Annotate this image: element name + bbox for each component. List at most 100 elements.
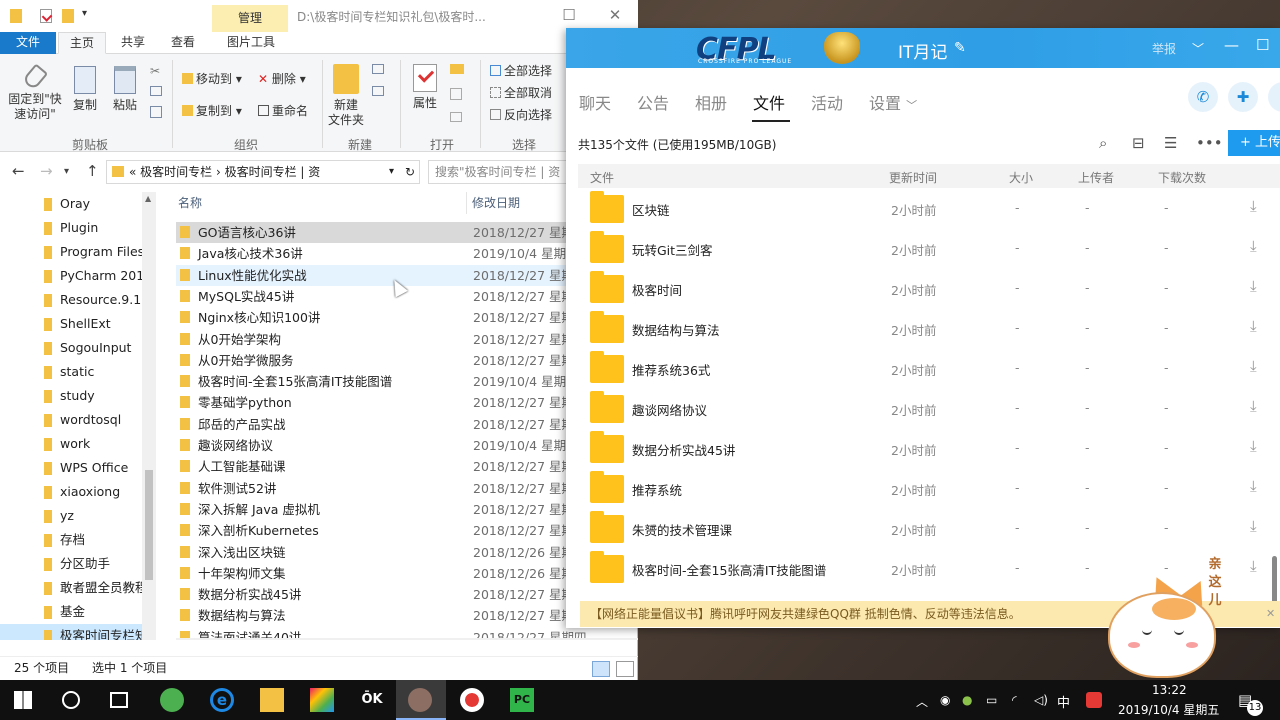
edit-icon[interactable]: ✎ [954, 40, 966, 56]
tab-share[interactable]: 共享 [110, 32, 156, 54]
minimize-icon[interactable]: — [1224, 36, 1239, 54]
download-icon[interactable]: ⤓ [1250, 277, 1257, 295]
nav-item[interactable]: 敢者盟全员教程 [0, 576, 142, 600]
nav-item[interactable]: Program Files [0, 240, 142, 264]
clock-date[interactable]: 2019/10/4 星期五 [1118, 701, 1219, 718]
pin-quick-access-button[interactable]: 固定到"快 速访问" [4, 63, 66, 122]
invert-selection-button[interactable]: 反向选择 [490, 106, 552, 123]
nav-item[interactable]: static [0, 360, 142, 384]
record-icon[interactable] [460, 688, 484, 712]
show-hidden-icons-icon[interactable]: ︿ [916, 693, 928, 710]
group-file-row[interactable]: 趣谈网络协议 2小时前 - - - ⤓ [578, 388, 1280, 428]
internet-explorer-icon[interactable]: e [210, 688, 234, 712]
nav-item[interactable]: 极客时间专栏知 [0, 624, 142, 640]
paste-button[interactable]: 粘贴 [108, 66, 142, 113]
header-uploader[interactable]: 上传者 [1078, 169, 1114, 186]
more-apps-icon[interactable]: › [1268, 82, 1280, 112]
volume-icon[interactable]: ◁) [1034, 693, 1048, 707]
nav-item[interactable]: SogouInput [0, 336, 142, 360]
tab-file[interactable]: 文件 [0, 32, 56, 54]
back-arrow-icon[interactable]: ← [12, 162, 25, 180]
delete-button[interactable]: ✕ 删除 ▾ [258, 70, 306, 87]
tab-album[interactable]: 相册 [695, 90, 727, 114]
maximize-icon[interactable]: ☐ [1256, 36, 1269, 54]
tab-activities[interactable]: 活动 [811, 90, 843, 114]
group-file-row[interactable]: 数据结构与算法 2小时前 - - - ⤓ [578, 308, 1280, 348]
group-file-row[interactable]: 推荐系统 2小时前 - - - ⤓ [578, 468, 1280, 508]
tab-view[interactable]: 查看 [160, 32, 206, 54]
forward-arrow-icon[interactable]: → [40, 162, 53, 180]
properties-quick-icon[interactable] [40, 9, 52, 23]
download-icon[interactable]: ⤓ [1250, 557, 1257, 575]
nav-item[interactable]: Oray [0, 192, 142, 216]
qq-tray-icon[interactable]: ◉ [940, 693, 950, 707]
wifi-icon[interactable]: ◜ [1012, 693, 1017, 707]
close-icon[interactable]: ✕ [604, 4, 626, 26]
details-view-icon[interactable] [592, 661, 610, 677]
nav-item[interactable]: 分区助手 [0, 552, 142, 576]
mascot-cat-image[interactable] [1108, 571, 1220, 680]
horizontal-scrollbar[interactable] [176, 638, 638, 640]
chevron-down-icon[interactable]: ﹀ [1192, 40, 1204, 57]
address-bar[interactable]: « 极客时间专栏 › 极客时间专栏 | 资 ▾ ↻ [106, 160, 420, 184]
upload-button[interactable]: + 上传 [1228, 130, 1280, 156]
tab-home[interactable]: 主页 [58, 32, 106, 54]
group-file-row[interactable]: 数据分析实战45讲 2小时前 - - - ⤓ [578, 428, 1280, 468]
recent-locations-icon[interactable]: ▾ [64, 166, 69, 177]
refresh-icon[interactable]: ↻ [405, 161, 415, 183]
inbox-icon[interactable]: ⊟ [1132, 134, 1145, 152]
nav-scrollbar-thumb[interactable] [145, 470, 153, 580]
qq-avatar-icon[interactable] [408, 688, 432, 712]
group-file-row[interactable]: 推荐系统36式 2小时前 - - - ⤓ [578, 348, 1280, 388]
tab-picture-tools[interactable]: 图片工具 [214, 32, 288, 54]
download-icon[interactable]: ⤓ [1250, 437, 1257, 455]
nav-item[interactable]: Plugin [0, 216, 142, 240]
nav-item[interactable]: yz [0, 504, 142, 528]
search-icon[interactable] [62, 691, 80, 709]
group-file-row[interactable]: 朱赟的技术管理课 2小时前 - - - ⤓ [578, 508, 1280, 548]
download-icon[interactable]: ⤓ [1250, 197, 1257, 215]
column-divider[interactable] [466, 192, 467, 214]
select-none-button[interactable]: 全部取消 [490, 84, 552, 101]
new-folder-quick-icon[interactable] [62, 9, 74, 23]
list-view-icon[interactable]: ☰ [1164, 134, 1177, 152]
add-message-icon[interactable]: ✚ [1228, 82, 1258, 112]
ime-indicator[interactable]: 中 [1057, 692, 1070, 711]
column-header-date[interactable]: 修改日期 [472, 194, 520, 211]
copy-to-button[interactable]: 复制到 ▾ [182, 102, 242, 119]
security-tray-icon[interactable]: ● [962, 693, 972, 707]
nav-item[interactable]: wordtosql [0, 408, 142, 432]
nav-item[interactable]: WPS Office [0, 456, 142, 480]
battery-icon[interactable]: ▭ [986, 693, 997, 707]
sogou-input-icon[interactable] [1086, 692, 1102, 708]
new-item-icon[interactable] [372, 64, 384, 74]
nav-item[interactable]: 基金 [0, 600, 142, 624]
download-icon[interactable]: ⤓ [1250, 397, 1257, 415]
move-to-button[interactable]: 移动到 ▾ [182, 70, 242, 87]
nav-item[interactable]: 存档 [0, 528, 142, 552]
phone-call-icon[interactable]: ✆ [1188, 82, 1218, 112]
download-icon[interactable]: ⤓ [1250, 237, 1257, 255]
rename-button[interactable]: 重命名 [258, 102, 308, 119]
column-header-name[interactable]: 名称 [178, 194, 202, 211]
pycharm-icon[interactable]: PC [510, 688, 534, 712]
easy-access-icon[interactable] [372, 86, 384, 96]
search-icon[interactable]: ⌕ [1099, 134, 1107, 152]
new-folder-button[interactable]: 新建 文件夹 [326, 64, 366, 128]
up-arrow-icon[interactable]: ↑ [86, 162, 99, 180]
tab-manage[interactable]: 管理 [212, 5, 288, 32]
cut-icon[interactable]: ✂ [150, 64, 160, 78]
nav-item[interactable]: PyCharm 2019 [0, 264, 142, 288]
group-file-row[interactable]: 玩转Git三剑客 2小时前 - - - ⤓ [578, 228, 1280, 268]
group-file-row[interactable]: 区块链 2小时前 - - - ⤓ [578, 188, 1280, 228]
windows-start-icon[interactable] [14, 691, 32, 709]
file-explorer-icon[interactable] [260, 688, 284, 712]
scroll-up-icon[interactable]: ▲ [145, 194, 151, 203]
colorful-app-icon[interactable] [310, 688, 334, 712]
clock-time[interactable]: 13:22 [1152, 683, 1187, 697]
nav-item[interactable]: study [0, 384, 142, 408]
task-view-icon[interactable] [110, 692, 128, 708]
paste-shortcut-icon[interactable] [150, 106, 162, 118]
tab-announcement[interactable]: 公告 [637, 90, 669, 114]
properties-button[interactable]: 属性 [408, 64, 442, 111]
